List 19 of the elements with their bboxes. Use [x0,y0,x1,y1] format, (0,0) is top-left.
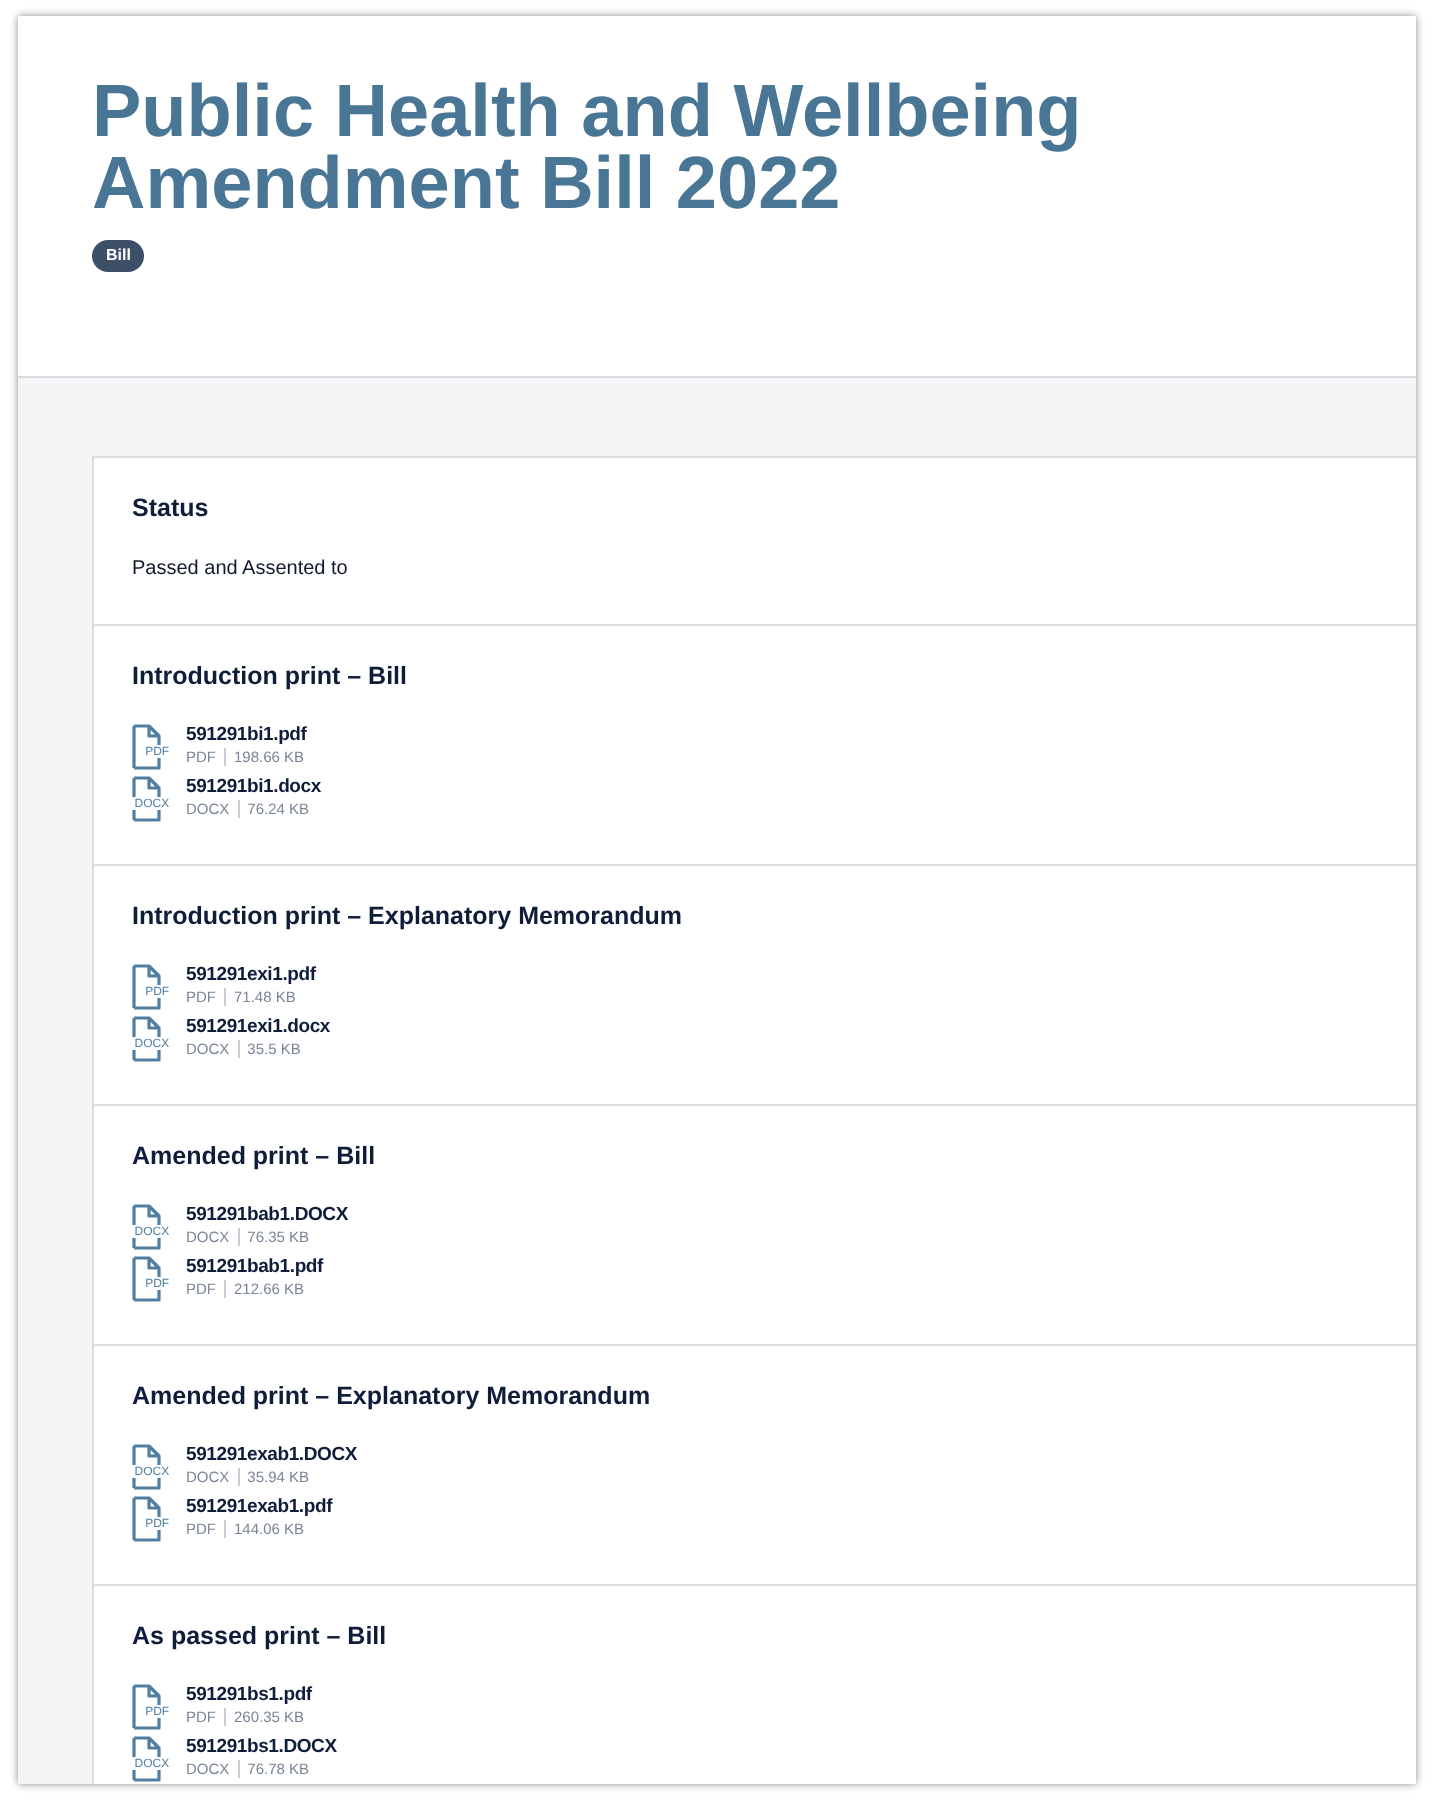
section-heading: Amended print – Explanatory Memorandum [132,1382,651,1412]
file-link[interactable]: 591291bs1.DOCX [186,1736,337,1758]
section-heading: Amended print – Bill [132,1142,376,1172]
bill-badge: Bill [92,240,145,272]
page-title: Public Health and Wellbeing Amendment Bill 2022 [92,76,1084,220]
file-link[interactable]: 591291exab1.DOCX [186,1444,358,1466]
file-link[interactable]: 591291exi1.docx [186,1016,331,1038]
file-link[interactable]: 591291bs1.pdf [186,1684,312,1706]
file-link[interactable]: 591291bi1.pdf [186,724,307,746]
section-heading: Introduction print – Explanatory Memorandum [132,902,683,932]
file-link[interactable]: 591291bab1.DOCX [186,1204,348,1226]
file-link[interactable]: 591291bi1.docx [186,776,321,798]
status-text: Passed and Assented to [132,558,348,582]
section-heading: Status [132,494,209,524]
section-heading: As passed print – Bill [132,1622,387,1652]
section-heading: Introduction print – Bill [132,662,407,692]
file-link[interactable]: 591291bab1.pdf [186,1256,323,1278]
file-link[interactable]: 591291exi1.pdf [186,964,316,986]
file-link[interactable]: 591291exab1.pdf [186,1496,333,1518]
